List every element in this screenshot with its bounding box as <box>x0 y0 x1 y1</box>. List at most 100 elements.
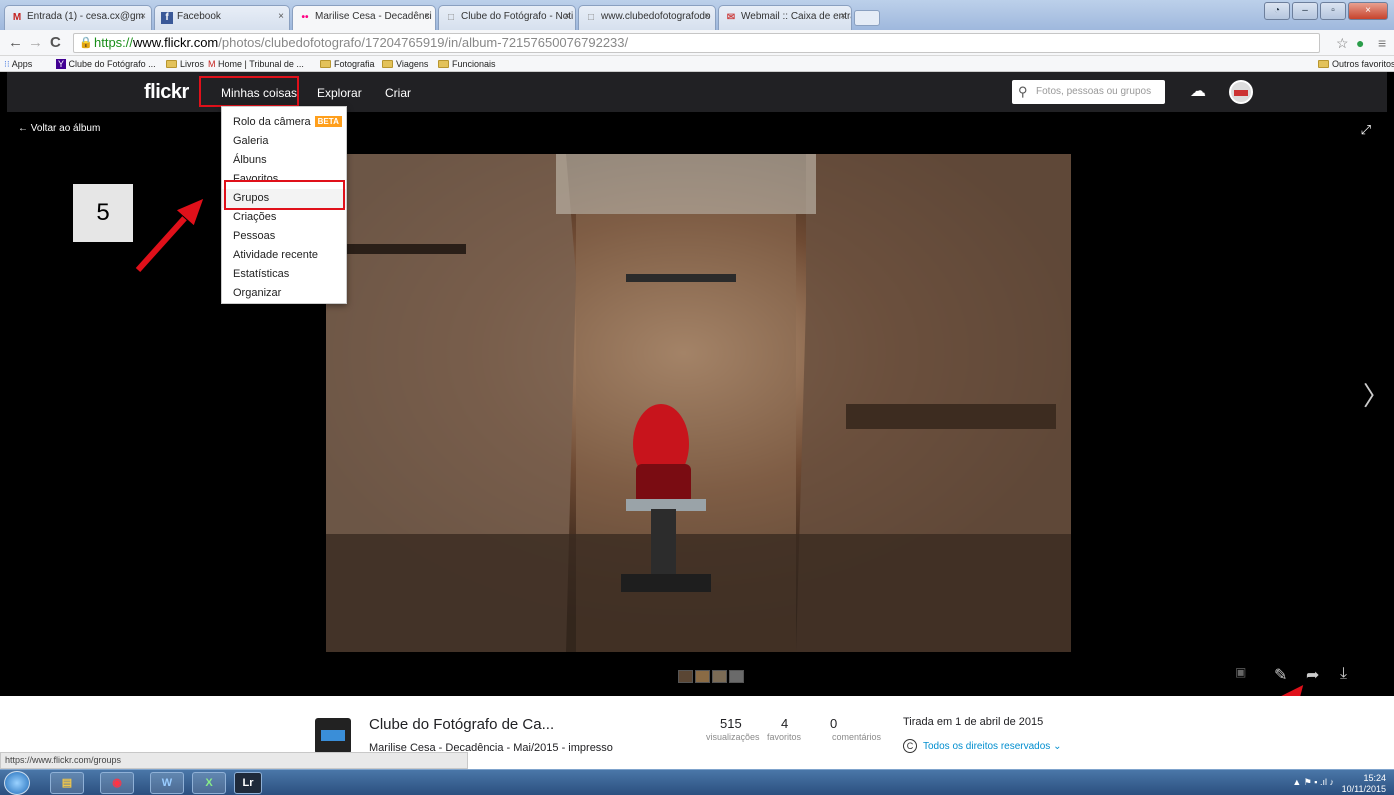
red-arrow-annotation <box>134 197 205 274</box>
faves-label: favoritos <box>767 732 802 742</box>
step-label-5: 5 <box>72 183 134 243</box>
rights-link[interactable]: C Todos os direitos reservados ⌄ <box>903 739 1061 753</box>
menu-item-people[interactable]: Pessoas <box>222 227 346 246</box>
maximize-button[interactable]: ▫ <box>1320 2 1346 20</box>
menu-item-stats[interactable]: Estatísticas <box>222 265 346 284</box>
photo-image <box>326 154 1071 652</box>
download-icon[interactable]: ⤓ <box>1340 665 1347 683</box>
faves-count: 4 <box>781 716 789 731</box>
new-tab-button[interactable] <box>854 10 880 26</box>
chrome-icon[interactable]: ◉ <box>100 772 134 794</box>
menu-item-gallery[interactable]: Galeria <box>222 132 346 151</box>
menu-item-albums[interactable]: Álbuns <box>222 151 346 170</box>
page-icon: □ <box>447 12 455 23</box>
flickr-logo[interactable]: flickr <box>144 81 189 104</box>
tab-clube[interactable]: □ Clube do Fotógrafo - Noti × <box>438 5 576 30</box>
bookmark-fotografia[interactable]: Fotografia <box>320 58 375 70</box>
avatar[interactable] <box>1229 80 1253 104</box>
address-bar[interactable]: 🔒 https://www.flickr.com/photos/clubedof… <box>73 33 1320 53</box>
menu-item-camera-roll[interactable]: Rolo da câmera BETA <box>222 113 346 132</box>
photo-viewer: ← Voltar ao álbum ⤢ 〉 ▣ ✎ ➦ ⤓ <box>7 112 1389 696</box>
bookmark-tribunal[interactable]: M Home | Tribunal de ... <box>208 58 304 70</box>
bookmark-apps[interactable]: ⁝⁝ Apps <box>4 58 32 70</box>
close-icon[interactable]: × <box>564 11 570 22</box>
folder-icon <box>438 60 449 68</box>
beta-badge: BETA <box>314 116 342 127</box>
photo[interactable] <box>326 154 1071 652</box>
bookmark-viagens[interactable]: Viagens <box>382 58 428 70</box>
next-photo-arrow[interactable]: 〉 <box>1363 376 1389 413</box>
thumbnail[interactable] <box>695 670 710 683</box>
user-icon[interactable]: ◔ <box>1264 2 1290 20</box>
folder-icon <box>382 60 393 68</box>
window-controls: ◔ – ▫ × <box>1264 2 1388 20</box>
bookmark-clube[interactable]: Y Clube do Fotógrafo ... <box>56 58 156 70</box>
browser-toolbar: ← → C 🔒 https://www.flickr.com/photos/cl… <box>0 30 1394 56</box>
thumbnail-strip <box>678 670 744 683</box>
menu-item-recent-activity[interactable]: Atividade recente <box>222 246 346 265</box>
views-label: visualizações <box>706 732 760 742</box>
thumbnail[interactable] <box>712 670 727 683</box>
group-logo[interactable] <box>315 718 351 754</box>
url-path: /photos/clubedofotografo/17204765919/in/… <box>218 35 629 50</box>
thumbnail[interactable] <box>729 670 744 683</box>
excel-icon[interactable]: X <box>192 772 226 794</box>
nav-create[interactable]: Criar <box>385 86 411 100</box>
close-icon[interactable]: × <box>424 11 430 22</box>
clock[interactable]: 15:24 10/11/2015 <box>1342 774 1386 794</box>
tab-clube-site[interactable]: □ www.clubedofotografodo × <box>578 5 716 30</box>
avatar-image <box>1234 90 1248 96</box>
minimize-button[interactable]: – <box>1292 2 1318 20</box>
bookmark-funcionais[interactable]: Funcionais <box>438 58 496 70</box>
close-icon[interactable]: × <box>704 11 710 22</box>
close-icon[interactable]: × <box>278 11 284 22</box>
group-logo-mark <box>321 730 345 741</box>
flickr-icon: •• <box>301 12 309 23</box>
lightroom-icon[interactable]: Lr <box>234 772 262 794</box>
menu-item-organize[interactable]: Organizar <box>222 284 346 303</box>
tab-flickr[interactable]: •• Marilise Cesa - Decadênci × <box>292 5 436 30</box>
windows-taskbar: ▤ ◉ W X Lr ▲ ⚑ ▪ .ıl ♪ 15:24 10/11/2015 <box>0 769 1394 795</box>
back-arrow-icon[interactable]: ← <box>8 34 23 52</box>
comments-label: comentários <box>832 732 882 742</box>
start-button[interactable] <box>4 771 30 795</box>
explorer-icon[interactable]: ▤ <box>50 772 84 794</box>
extension-icon[interactable]: ● <box>1356 35 1364 51</box>
tab-facebook[interactable]: f Facebook × <box>154 5 290 30</box>
bookmarks-bar: ⁝⁝ Apps Y Clube do Fotógrafo ... Livros … <box>0 56 1394 72</box>
folder-icon <box>166 60 177 68</box>
tab-gmail[interactable]: M Entrada (1) - cesa.cx@gm × <box>4 5 152 30</box>
browser-tab-strip: M Entrada (1) - cesa.cx@gm × f Facebook × ••… <box>0 0 1394 30</box>
bookmark-other[interactable]: Outros favoritos <box>1318 58 1394 70</box>
search-input[interactable]: ⚲ Fotos, pessoas ou grupos <box>1012 80 1165 104</box>
bookmark-livros[interactable]: Livros <box>166 58 204 70</box>
facebook-icon: f <box>161 12 173 24</box>
gmail-icon: M <box>12 12 22 23</box>
nav-explore[interactable]: Explorar <box>317 86 362 100</box>
back-to-album-link[interactable]: ← Voltar ao álbum <box>18 123 100 134</box>
group-name-link[interactable]: Clube do Fotógrafo de Ca... <box>369 716 554 733</box>
star-icon[interactable]: ☆ <box>1336 35 1349 52</box>
tray-icons[interactable]: ▲ ⚑ ▪ .ıl ♪ <box>1292 777 1334 788</box>
upload-cloud-icon[interactable]: ☁ <box>1190 82 1210 102</box>
close-icon[interactable]: × <box>140 11 146 22</box>
word-icon[interactable]: W <box>150 772 184 794</box>
highlight-box-my-stuff <box>199 76 299 107</box>
status-bar-url: https://www.flickr.com/groups <box>0 752 468 769</box>
lock-icon: 🔒 <box>79 37 93 49</box>
photo-icon[interactable]: ▣ <box>1235 665 1246 679</box>
fullscreen-icon[interactable]: ⤢ <box>1361 122 1371 138</box>
close-icon[interactable]: × <box>840 11 846 22</box>
menu-item-creations[interactable]: Criações <box>222 208 346 227</box>
close-window-button[interactable]: × <box>1348 2 1388 20</box>
thumbnail[interactable] <box>678 670 693 683</box>
url-host: www.flickr.com <box>133 35 219 50</box>
page-icon: □ <box>587 12 595 23</box>
reload-icon[interactable]: C <box>50 34 61 52</box>
menu-icon[interactable]: ≡ <box>1378 35 1386 51</box>
url-scheme: https:// <box>94 35 134 50</box>
views-count: 515 <box>720 716 742 731</box>
tab-webmail[interactable]: ✉ Webmail :: Caixa de entra × <box>718 5 852 30</box>
forward-arrow-icon[interactable]: → <box>28 34 43 52</box>
comments-count: 0 <box>830 716 838 731</box>
